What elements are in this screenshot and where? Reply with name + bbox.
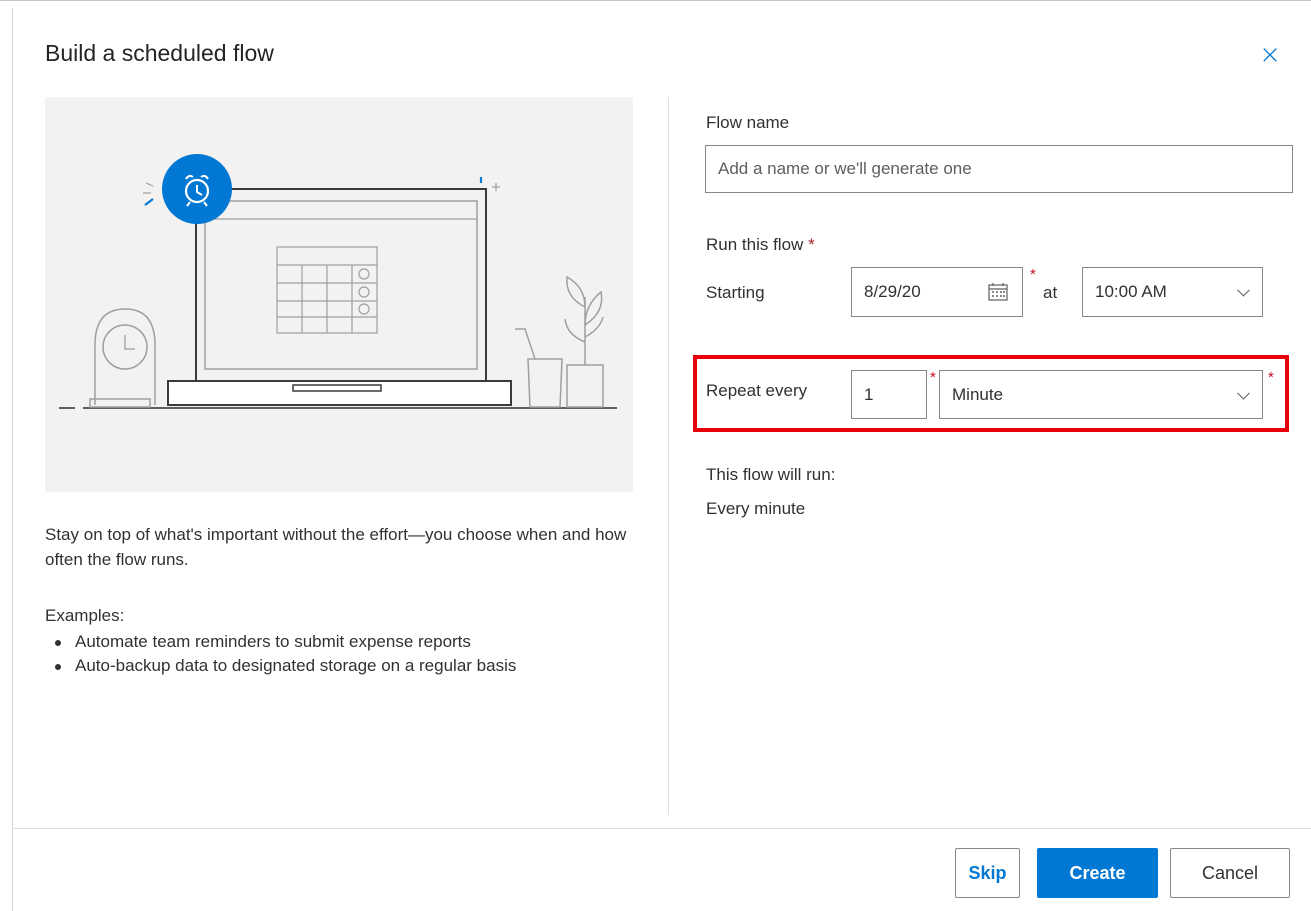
repeat-interval-field[interactable]: 1 [851,370,927,419]
alarm-clock-icon [162,154,232,224]
starting-label: Starting [706,283,765,302]
window-left-border [12,8,13,911]
flow-schedule-summary: Every minute [706,499,806,518]
chevron-down-icon [1237,283,1250,297]
panel-divider [668,97,669,815]
window-top-border [0,0,1311,8]
close-icon[interactable]: × [1257,42,1283,68]
create-button[interactable]: Create [1037,848,1158,898]
repeat-interval-value: 1 [864,384,874,404]
at-label: at [1043,283,1058,302]
desk-clock [89,308,156,408]
run-this-flow-label: Run this flow * [706,235,815,254]
example-item: Auto-backup data to designated storage o… [45,654,516,678]
examples-label: Examples: [45,606,125,625]
scheduled-flow-illustration [45,97,633,492]
required-mark: * [808,235,815,254]
dialog-title: Build a scheduled flow [45,40,274,66]
date-required-mark: * [1030,266,1036,283]
start-date-value: 8/29/20 [864,282,921,301]
calendar-icon[interactable] [988,283,1008,301]
examples-list: Automate team reminders to submit expens… [45,630,516,678]
skip-button[interactable]: Skip [955,848,1020,898]
laptop-calendar-illustration [59,154,617,409]
plant [515,275,604,408]
start-date-picker[interactable]: 8/29/20 [851,267,1023,317]
flow-will-run-label: This flow will run: [706,465,836,484]
unit-required-mark: * [1268,369,1274,386]
flow-name-field[interactable] [705,145,1293,193]
laptop [167,188,512,406]
start-time-value: 10:00 AM [1095,282,1167,301]
interval-required-mark: * [930,369,936,386]
start-time-dropdown[interactable]: 10:00 AM [1082,267,1263,317]
example-item: Automate team reminders to submit expens… [45,630,516,654]
repeat-every-label: Repeat every [706,381,808,400]
cancel-button[interactable]: Cancel [1170,848,1290,898]
flow-name-input[interactable] [718,159,1292,179]
footer-divider [12,828,1311,829]
flow-description: Stay on top of what's important without … [45,525,627,569]
chevron-down-icon [1237,386,1250,400]
calendar-grid [276,246,378,334]
flow-name-label: Flow name [706,113,790,132]
repeat-unit-dropdown[interactable]: Minute [939,370,1263,419]
repeat-unit-value: Minute [952,384,1004,404]
